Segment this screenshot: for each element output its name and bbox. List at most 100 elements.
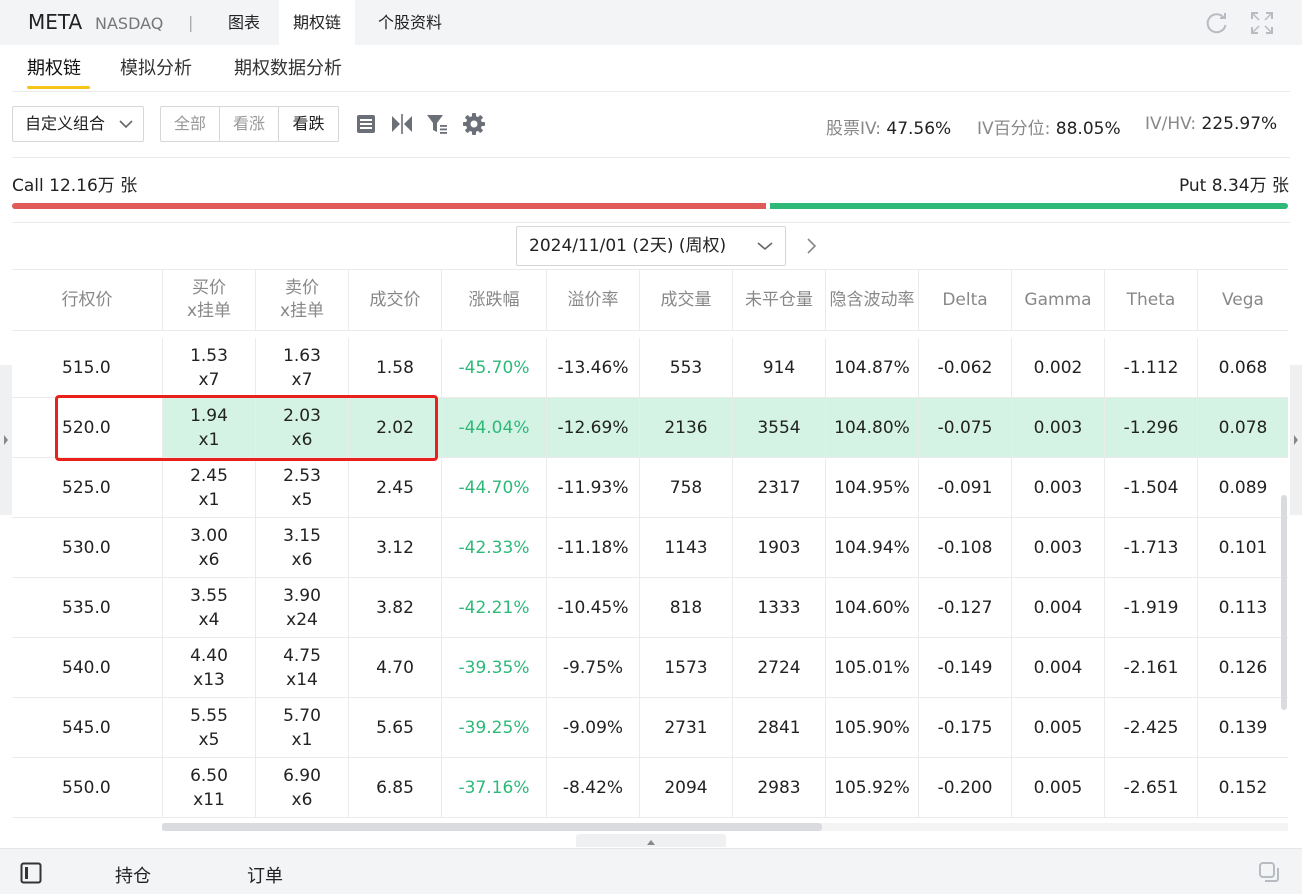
cell-ask-size: x6 — [291, 429, 313, 450]
cell-ask: 4.75 — [283, 645, 321, 666]
cell-gamma: 0.004 — [1011, 578, 1104, 637]
cell-bid: 4.40 x13 — [162, 638, 255, 697]
expand-icon[interactable] — [1249, 10, 1275, 36]
cell-vega: 0.152 — [1197, 758, 1288, 817]
tab-option-chain[interactable]: 期权链 — [279, 0, 356, 45]
chevron-down-icon — [119, 120, 133, 129]
cell-vega: 0.101 — [1197, 518, 1288, 577]
subtab-option-chain[interactable]: 期权链 — [27, 54, 81, 80]
cell-strike: 535.0 — [62, 597, 111, 618]
cell-bid: 3.55 x4 — [162, 578, 255, 637]
cell-bid: 3.00 — [190, 525, 228, 546]
cell-ask: 4.75 x14 — [255, 638, 348, 697]
cell-ask: 6.90 x6 — [255, 758, 348, 817]
horizontal-scrollbar[interactable] — [162, 823, 822, 831]
cell-theta: -1.713 — [1104, 518, 1197, 577]
iv-hv-stat: IV/HV: 225.97% — [1145, 114, 1277, 134]
cell-gamma: 0.004 — [1011, 638, 1104, 697]
left-panel-toggle[interactable] — [0, 365, 12, 515]
col-header-change[interactable]: 涨跌幅 — [441, 270, 546, 330]
bottom-bar: 持仓 订单 — [0, 848, 1302, 894]
cell-ask-size: x6 — [291, 549, 313, 570]
table-row[interactable]: 545.0 5.55 x5 5.70 x1 5.65 -39.25% -9.09% 2731 28… — [12, 698, 1288, 758]
cell-ask-size: x1 — [291, 729, 313, 750]
col-header-label: Vega — [1222, 289, 1264, 310]
cell-last: 6.85 — [348, 758, 441, 817]
refresh-icon[interactable] — [1204, 10, 1230, 36]
col-header-iv[interactable]: 隐含波动率 — [825, 270, 918, 330]
combo-select[interactable]: 自定义组合 — [12, 106, 144, 142]
tab-chart[interactable]: 图表 — [214, 0, 274, 45]
table-row[interactable]: 515.0 1.53 x7 1.63 x7 1.58 -45.70% -13.46% 553 91… — [12, 338, 1288, 398]
cell-bid: 1.94 — [190, 405, 228, 426]
col-header-last[interactable]: 成交价 — [348, 270, 441, 330]
table-row[interactable]: 535.0 3.55 x4 3.90 x24 3.82 -42.21% -10.45% 818 1… — [12, 578, 1288, 638]
option-type-filter: 全部 看涨 看跌 — [160, 106, 339, 142]
cell-last: 3.12 — [348, 518, 441, 577]
cell-bid: 6.50 — [190, 765, 228, 786]
col-header-ask[interactable]: 卖价 x挂单 — [255, 270, 348, 330]
combo-select-label: 自定义组合 — [25, 114, 106, 133]
cell-bid: 5.55 — [190, 705, 228, 726]
subtab-option-data-analysis[interactable]: 期权数据分析 — [234, 54, 342, 80]
col-header-bid[interactable]: 买价 x挂单 — [162, 270, 255, 330]
bottom-tab-positions[interactable]: 持仓 — [115, 862, 151, 888]
panel-collapse-handle[interactable] — [576, 834, 726, 847]
cell-last: 3.82 — [348, 578, 441, 637]
col-header-label: 买价 — [192, 278, 226, 298]
cell-open-interest: 1903 — [732, 518, 825, 577]
cell-bid-size: x1 — [198, 489, 220, 510]
filter-puts[interactable]: 看跌 — [279, 107, 338, 141]
cell-strike: 530.0 — [62, 537, 111, 558]
table-row[interactable]: 530.0 3.00 x6 3.15 x6 3.12 -42.33% -11.18% 1143 1… — [12, 518, 1288, 578]
table-row[interactable]: 520.0 1.94 x1 2.03 x6 2.02 -44.04% -12.69% 2136 3… — [12, 398, 1288, 458]
cell-iv: 104.60% — [825, 578, 918, 637]
cell-vega: 0.078 — [1197, 398, 1288, 457]
col-header-vega[interactable]: Vega — [1197, 270, 1288, 330]
col-header-volume[interactable]: 成交量 — [639, 270, 732, 330]
col-header-label: 卖价 — [285, 278, 319, 298]
table-row[interactable]: 525.0 2.45 x1 2.53 x5 2.45 -44.70% -11.93% 758 23… — [12, 458, 1288, 518]
divider — [12, 222, 1290, 223]
col-header-strike[interactable]: 行权价 — [12, 270, 162, 330]
cell-iv: 104.95% — [825, 458, 918, 517]
cell-gamma: 0.003 — [1011, 518, 1104, 577]
vertical-scrollbar[interactable] — [1281, 495, 1287, 710]
filter-icon[interactable] — [425, 112, 449, 136]
cell-theta: -1.504 — [1104, 458, 1197, 517]
col-header-label: 成交量 — [660, 289, 712, 310]
split-view-icon[interactable] — [390, 112, 414, 136]
col-header-theta[interactable]: Theta — [1104, 270, 1197, 330]
right-panel-toggle[interactable] — [1290, 365, 1302, 515]
cell-bid: 3.00 x6 — [162, 518, 255, 577]
bottom-tab-orders[interactable]: 订单 — [247, 862, 283, 888]
sidebar-toggle-icon[interactable] — [20, 862, 42, 884]
cell-premium: -10.45% — [546, 578, 639, 637]
col-header-delta[interactable]: Delta — [918, 270, 1011, 330]
table-row[interactable]: 550.0 6.50 x11 6.90 x6 6.85 -37.16% -8.42% 2094 2… — [12, 758, 1288, 818]
cell-delta: -0.149 — [918, 638, 1011, 697]
cell-theta: -2.651 — [1104, 758, 1197, 817]
col-header-open-interest[interactable]: 未平仓量 — [732, 270, 825, 330]
cell-bid-size: x13 — [193, 669, 225, 690]
cell-strike: 525.0 — [62, 477, 111, 498]
cell-strike: 515.0 — [62, 357, 111, 378]
divider — [12, 157, 1290, 158]
next-expiry-icon[interactable] — [802, 237, 820, 255]
cell-ask: 3.90 x24 — [255, 578, 348, 637]
filter-calls[interactable]: 看涨 — [220, 107, 279, 141]
filter-all[interactable]: 全部 — [161, 107, 220, 141]
table-layout-icon[interactable] — [354, 112, 378, 136]
expiry-date-select[interactable]: 2024/11/01 (2天) (周权) — [516, 226, 786, 266]
gear-icon[interactable] — [462, 112, 486, 136]
caret-left-icon — [4, 435, 8, 445]
cell-change: -37.16% — [441, 758, 546, 817]
col-header-premium[interactable]: 溢价率 — [546, 270, 639, 330]
cell-volume: 818 — [639, 578, 732, 637]
col-header-gamma[interactable]: Gamma — [1011, 270, 1104, 330]
tab-company-profile[interactable]: 个股资料 — [364, 0, 456, 45]
popout-window-icon[interactable] — [1258, 861, 1280, 883]
subtab-simulation[interactable]: 模拟分析 — [120, 54, 192, 80]
table-row[interactable]: 540.0 4.40 x13 4.75 x14 4.70 -39.35% -9.75% 1573… — [12, 638, 1288, 698]
cell-open-interest: 2983 — [732, 758, 825, 817]
